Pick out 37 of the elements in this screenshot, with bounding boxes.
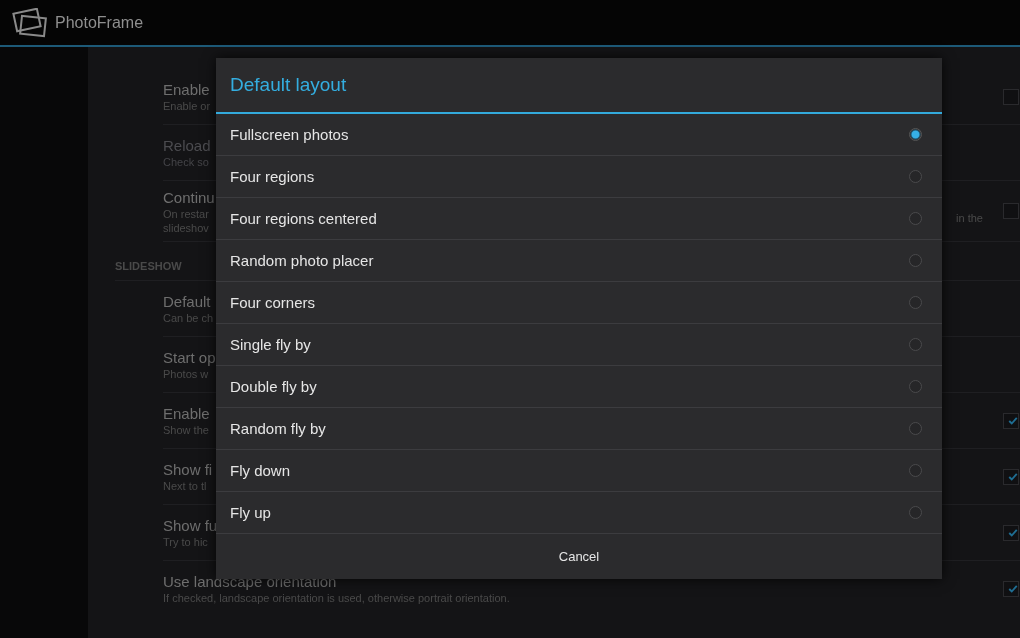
dialog-title: Default layout	[216, 58, 942, 114]
radio-button[interactable]	[909, 380, 922, 393]
setting-title: Reload	[163, 136, 211, 155]
setting-title: Show fi	[163, 460, 213, 479]
setting-title: Enable	[163, 80, 211, 99]
setting-title: Continu	[163, 187, 215, 207]
radio-button[interactable]	[909, 464, 922, 477]
layout-option[interactable]: Fullscreen photos	[216, 114, 942, 156]
checkbox[interactable]	[1003, 203, 1019, 219]
app-title: PhotoFrame	[55, 13, 144, 32]
radio-button[interactable]	[909, 254, 922, 267]
setting-title: Enable	[163, 404, 210, 423]
checkbox[interactable]	[1003, 580, 1019, 597]
radio-button[interactable]	[909, 170, 922, 183]
layout-option[interactable]: Random fly by	[216, 408, 942, 450]
setting-title: Start op	[163, 348, 216, 367]
layout-option[interactable]: Fly down	[216, 450, 942, 492]
checkbox[interactable]	[1003, 524, 1019, 541]
cancel-button[interactable]: Cancel	[216, 534, 942, 579]
layout-option[interactable]: Double fly by	[216, 366, 942, 408]
checkbox[interactable]	[1003, 468, 1019, 485]
layout-option[interactable]: Random photo placer	[216, 240, 942, 282]
radio-button[interactable]	[909, 506, 922, 519]
layout-option[interactable]: Single fly by	[216, 324, 942, 366]
radio-button[interactable]	[909, 296, 922, 309]
setting-title: Default	[163, 292, 212, 311]
layout-option[interactable]: Four regions	[216, 156, 942, 198]
radio-button[interactable]	[909, 212, 922, 225]
radio-button[interactable]	[909, 338, 922, 351]
layout-option[interactable]: Four regions centered	[216, 198, 942, 240]
checkbox[interactable]	[1003, 88, 1019, 105]
photos-icon[interactable]	[12, 7, 48, 38]
radio-button[interactable]	[909, 422, 922, 435]
radio-button[interactable]	[909, 128, 922, 141]
setting-title: Show fu	[163, 516, 218, 535]
layout-option[interactable]: Four corners	[216, 282, 942, 324]
checkbox[interactable]	[1003, 412, 1019, 429]
